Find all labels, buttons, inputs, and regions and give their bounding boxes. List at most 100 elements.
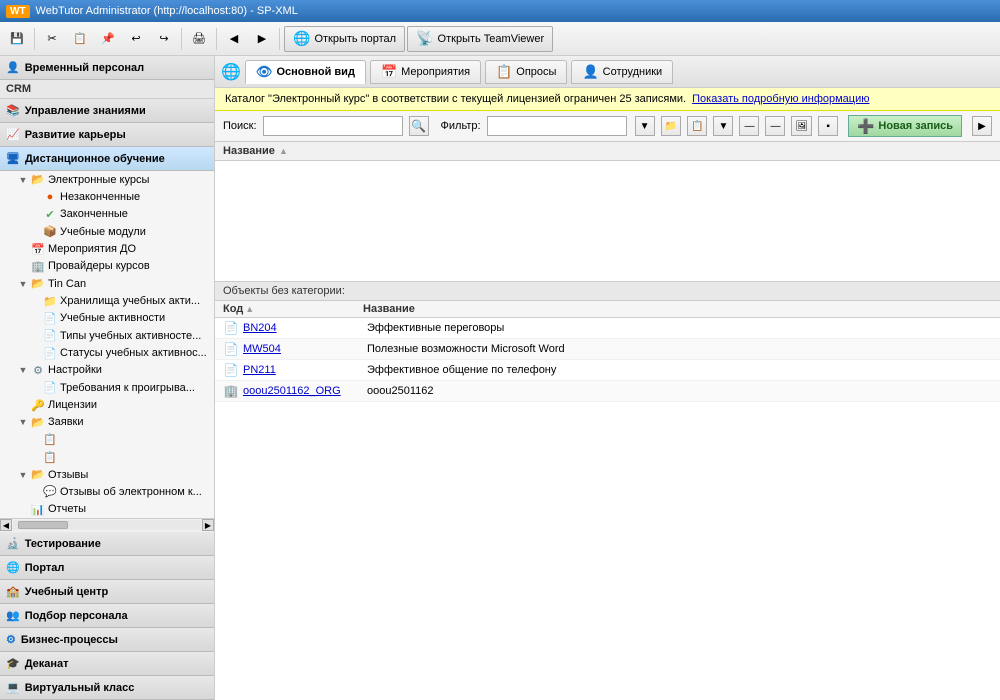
- table-row[interactable]: 🏢 ooou2501162_ORG ooou2501162: [215, 381, 1000, 402]
- row-code-3[interactable]: ooou2501162_ORG: [243, 385, 367, 397]
- tree-item-reviews[interactable]: ▼ 📂 Отзывы: [0, 466, 214, 483]
- open-portal-button[interactable]: 🌐 Открыть портал: [284, 26, 405, 52]
- distance-icon: 🖥: [6, 152, 20, 165]
- view-btn3[interactable]: ▼: [713, 116, 733, 136]
- cut-button[interactable]: ✂: [39, 26, 65, 52]
- sidebar-item-career[interactable]: 📈 Развитие карьеры: [0, 123, 214, 147]
- tab-main-view[interactable]: 👁 Основной вид: [245, 60, 366, 84]
- row-code-1[interactable]: MW504: [243, 343, 367, 355]
- tree-item-order1[interactable]: 📋: [0, 431, 214, 448]
- view-btn7[interactable]: ▪: [818, 116, 838, 136]
- tree-item-tin-can[interactable]: ▼ 📂 Tin Can: [0, 275, 214, 292]
- order1-icon: 📋: [42, 432, 58, 448]
- leaf-s1: [28, 294, 42, 308]
- name-col-header2[interactable]: Название: [363, 303, 992, 315]
- tree-item-requirements[interactable]: 📄 Требования к проигрыва...: [0, 379, 214, 396]
- forward-button[interactable]: ▶: [249, 26, 275, 52]
- sidebar-item-recruitment[interactable]: 👥 Подбор персонала: [0, 604, 214, 628]
- sidebar-item-knowledge[interactable]: 📚 Управление знаниями: [0, 99, 214, 123]
- sidebar-item-portal[interactable]: 🌐 Портал: [0, 556, 214, 580]
- tree-item-activity-types[interactable]: 📄 Типы учебных активносте...: [0, 327, 214, 344]
- leaf-s2: [28, 311, 42, 325]
- sidebar-item-dean[interactable]: 🎓 Деканат: [0, 652, 214, 676]
- copy-button[interactable]: 📋: [67, 26, 93, 52]
- paste-button[interactable]: 📌: [95, 26, 121, 52]
- person-icon: 👤: [6, 61, 20, 74]
- tree-item-reports[interactable]: 📊 Отчеты: [0, 501, 214, 518]
- filter-input[interactable]: [487, 116, 627, 136]
- table-row[interactable]: 📄 BN204 Эффективные переговоры: [215, 318, 1000, 339]
- tree-item-unfinished[interactable]: ● Незаконченные: [0, 188, 214, 205]
- code-col-header[interactable]: Код ▲: [223, 303, 363, 315]
- tree-item-storage[interactable]: 📁 Хранилища учебных акти...: [0, 292, 214, 309]
- back-button[interactable]: ◀: [221, 26, 247, 52]
- warning-link[interactable]: Показать подробную информацию: [692, 93, 869, 105]
- filter-label: Фильтр:: [441, 120, 481, 132]
- sidebar: 👤 Временный персонал CRM 📚 Управление зн…: [0, 56, 215, 700]
- tree-item-activity-status[interactable]: 📄 Статусы учебных активнос...: [0, 344, 214, 361]
- review-item-icon: 💬: [42, 484, 58, 500]
- sidebar-item-biz-proc[interactable]: ⚙ Бизнес-процессы: [0, 628, 214, 652]
- main-layout: 👤 Временный персонал CRM 📚 Управление зн…: [0, 56, 1000, 700]
- search-input[interactable]: [263, 116, 403, 136]
- view-btn1[interactable]: 📁: [661, 116, 681, 136]
- view-btn2[interactable]: 📋: [687, 116, 707, 136]
- tree-item-activities[interactable]: 📄 Учебные активности: [0, 310, 214, 327]
- tree-item-order2[interactable]: 📋: [0, 449, 214, 466]
- name-col-header: Название: [223, 145, 275, 157]
- view-btn6[interactable]: 🖼: [791, 116, 812, 136]
- sidebar-hscroll[interactable]: ◀ ▶: [0, 518, 214, 532]
- sidebar-item-distance[interactable]: 🖥 Дистанционное обучение: [0, 147, 214, 171]
- tree-item-course-providers[interactable]: 🏢 Провайдеры курсов: [0, 258, 214, 275]
- tab-polls[interactable]: 📋 Опросы: [485, 60, 567, 84]
- leaf-rep1: [16, 502, 30, 516]
- tree-item-edu-modules[interactable]: 📦 Учебные модули: [0, 223, 214, 240]
- scroll-left-btn[interactable]: ◀: [0, 519, 12, 531]
- open-teamviewer-button[interactable]: 📡 Открыть TeamViewer: [407, 26, 553, 52]
- filter-dropdown-btn[interactable]: ▼: [635, 116, 655, 136]
- print-button[interactable]: 🖨: [186, 26, 212, 52]
- tree-item-finished[interactable]: ✔ Законченные: [0, 206, 214, 223]
- leaf-s3: [28, 329, 42, 343]
- portal-icon: 🌐: [6, 561, 20, 574]
- search-button[interactable]: 🔍: [409, 116, 429, 136]
- row-code-2[interactable]: PN211: [243, 364, 367, 376]
- view-btn5[interactable]: —: [765, 116, 785, 136]
- sidebar-item-temp-staff[interactable]: 👤 Временный персонал: [0, 56, 214, 80]
- scroll-right-btn[interactable]: ▶: [202, 519, 214, 531]
- titlebar-text: WebTutor Administrator (http://localhost…: [36, 5, 298, 17]
- new-record-button[interactable]: ➕ Новая запись: [848, 115, 962, 137]
- view-btn4[interactable]: —: [739, 116, 759, 136]
- save-button[interactable]: 💾: [4, 26, 30, 52]
- expand-icon5: ▼: [16, 468, 30, 482]
- sidebar-item-edu-center[interactable]: 🏫 Учебный центр: [0, 580, 214, 604]
- tree-item-settings[interactable]: ▼ ⚙ Настройки: [0, 362, 214, 379]
- table-row[interactable]: 📄 PN211 Эффективное общение по телефону: [215, 360, 1000, 381]
- tree-item-licenses[interactable]: 🔑 Лицензии: [0, 396, 214, 413]
- redo-button[interactable]: ↪: [151, 26, 177, 52]
- col-header: Название ▲: [215, 142, 1000, 161]
- circle-orange-icon: ●: [42, 189, 58, 205]
- tree-item-events-do[interactable]: 📅 Мероприятия ДО: [0, 240, 214, 257]
- sep2: [181, 28, 182, 50]
- empty-category-area: [215, 161, 1000, 281]
- content-area: 🌐 👁 Основной вид 📅 Мероприятия 📋 Опросы …: [215, 56, 1000, 700]
- tree-item-orders[interactable]: ▼ 📂 Заявки: [0, 414, 214, 431]
- undo-button[interactable]: ↩: [123, 26, 149, 52]
- search-bar: Поиск: 🔍 Фильтр: ▼ 📁 📋 ▼ — — 🖼 ▪ ➕ Новая…: [215, 111, 1000, 142]
- tree-item-e-courses[interactable]: ▼ 📂 Электронные курсы: [0, 171, 214, 188]
- row-code-0[interactable]: BN204: [243, 322, 367, 334]
- sidebar-item-testing[interactable]: 🔬 Тестирование: [0, 532, 214, 556]
- sort-arrow: ▲: [279, 146, 288, 156]
- sidebar-item-virtual[interactable]: 💻 Виртуальный класс: [0, 676, 214, 700]
- check-green-icon: ✔: [42, 206, 58, 222]
- tab-employees[interactable]: 👤 Сотрудники: [571, 60, 673, 84]
- titlebar-icon: WT: [6, 5, 30, 18]
- search-label: Поиск:: [223, 120, 257, 132]
- tree-item-e-review[interactable]: 💬 Отзывы об электронном к...: [0, 483, 214, 500]
- table-row[interactable]: 📄 MW504 Полезные возможности Microsoft W…: [215, 339, 1000, 360]
- object-group-header: Объекты без категории:: [215, 281, 1000, 301]
- extra-btn[interactable]: ▶: [972, 116, 992, 136]
- tab-events[interactable]: 📅 Мероприятия: [370, 60, 481, 84]
- table-area: Объекты без категории: Код ▲ Название 📄 …: [215, 161, 1000, 700]
